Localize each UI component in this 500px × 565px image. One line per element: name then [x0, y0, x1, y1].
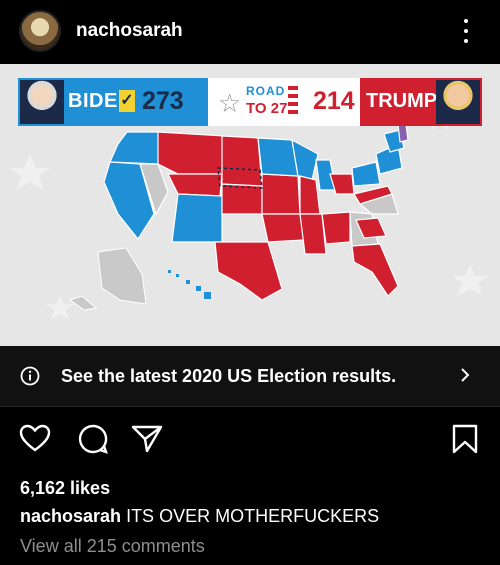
trump-votes: 214 [313, 87, 355, 115]
election-results-banner[interactable]: See the latest 2020 US Election results. [0, 346, 500, 407]
stripes-icon [288, 86, 298, 118]
biden-photo [20, 80, 64, 124]
road-to-270-logo: ☆ ROAD TO 270 [218, 82, 304, 122]
heart-icon[interactable] [18, 422, 52, 456]
road-label: ROAD [246, 84, 286, 98]
trump-panel: TRUMP [360, 78, 482, 126]
more-options-icon[interactable] [458, 16, 474, 46]
chevron-right-icon [461, 368, 470, 382]
avatar[interactable] [19, 10, 61, 52]
caption: nachosarah ITS OVER MOTHERFUCKERS [20, 506, 379, 527]
action-bar [0, 418, 500, 462]
star-icon: ☆ [218, 88, 242, 118]
comment-icon[interactable] [76, 422, 110, 456]
election-results-text: See the latest 2020 US Election results. [61, 366, 397, 386]
username[interactable]: nachosarah [76, 20, 183, 42]
share-icon[interactable] [130, 422, 164, 456]
view-comments-link[interactable]: View all 215 comments [20, 536, 205, 557]
info-icon [20, 366, 40, 386]
caption-username[interactable]: nachosarah [20, 506, 121, 526]
like-count[interactable]: 6,162 likes [20, 478, 110, 499]
election-banner: BIDEN ✓ 273 ☆ ROAD TO 270 214 TRUMP [18, 78, 482, 126]
state-alaska [97, 247, 147, 305]
biden-votes: 273 [142, 87, 184, 115]
trump-name: TRUMP [366, 90, 438, 112]
trump-photo [436, 80, 480, 124]
caption-text: ITS OVER MOTHERFUCKERS [126, 506, 380, 526]
checkmark-icon: ✓ [119, 90, 135, 112]
bookmark-icon[interactable] [448, 422, 482, 456]
post-header: nachosarah [0, 0, 500, 64]
state-washington-oregon [109, 131, 161, 165]
post-image[interactable]: BIDEN ✓ 273 ☆ ROAD TO 270 214 TRUMP [0, 64, 500, 346]
